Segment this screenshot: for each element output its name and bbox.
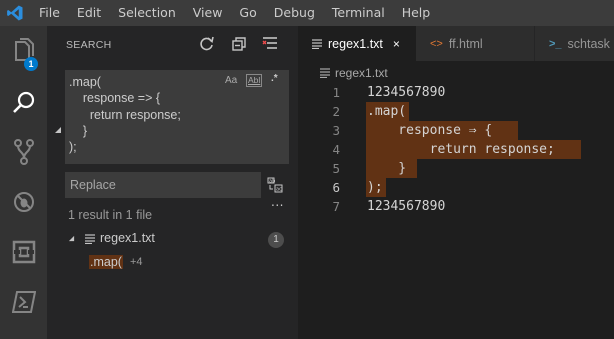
menu-bar: File Edit Selection View Go Debug Termin… — [39, 0, 447, 26]
result-file-row[interactable]: regex1.txt 1 — [47, 228, 298, 250]
line-number: 5 — [332, 161, 340, 176]
activity-terminal[interactable] — [0, 282, 47, 322]
expanded-chevron-icon[interactable] — [68, 235, 75, 242]
tab-label: ff.html — [448, 36, 483, 51]
line-text: ); — [367, 180, 383, 195]
terminal-prompt-icon: >_ — [549, 37, 562, 50]
line-text: } — [367, 161, 407, 176]
whole-word-toggle[interactable]: Abl — [246, 74, 263, 87]
activity-bar: 1 — [0, 26, 47, 339]
search-sidebar: SEARCH .map( response => { return respon… — [47, 26, 298, 339]
match-preview: .map( — [89, 255, 123, 269]
extensions-icon — [12, 240, 35, 264]
code-line: 2 .map( — [298, 102, 614, 121]
line-text: 1234567890 — [367, 199, 446, 214]
line-number: 6 — [332, 180, 340, 195]
explorer-badge: 1 — [24, 57, 38, 71]
tab-label: schtask — [567, 36, 610, 51]
search-input[interactable]: .map( response => { return response; } )… — [65, 70, 289, 164]
activity-extensions[interactable] — [0, 232, 47, 272]
line-number: 3 — [332, 123, 340, 138]
code-line: 1 1234567890 — [298, 83, 614, 102]
sidebar-title: SEARCH — [66, 39, 112, 51]
search-query-line: .map( — [69, 75, 101, 89]
activity-source-control[interactable] — [0, 132, 47, 172]
result-file-name: regex1.txt — [100, 231, 155, 245]
close-icon[interactable]: × — [393, 37, 400, 51]
code-line: 7 1234567890 — [298, 197, 614, 216]
toggle-replace-chevron-icon[interactable] — [54, 126, 62, 134]
text-file-icon — [85, 234, 95, 244]
search-query-line: response => { — [69, 91, 161, 106]
line-number: 2 — [332, 104, 340, 119]
source-control-icon — [13, 139, 34, 165]
code-editor[interactable]: 1 1234567890 2 .map( 3 response ⇒ { 4 re… — [298, 83, 614, 339]
line-text: return response; — [367, 142, 555, 157]
code-brackets-icon: <> — [430, 37, 443, 50]
clear-results-icon[interactable] — [230, 35, 248, 53]
replace-input[interactable] — [65, 172, 261, 198]
breadcrumb[interactable]: regex1.txt — [320, 63, 388, 83]
menu-selection[interactable]: Selection — [118, 0, 176, 26]
match-more-lines: +4 — [130, 256, 143, 268]
menu-file[interactable]: File — [39, 0, 60, 26]
menu-go[interactable]: Go — [239, 0, 256, 26]
menu-debug[interactable]: Debug — [274, 0, 315, 26]
result-match-row[interactable]: .map( +4 — [47, 252, 298, 272]
replace-field[interactable] — [65, 172, 261, 198]
code-line: 6 ); — [298, 178, 614, 197]
powershell-icon — [11, 291, 36, 313]
menu-terminal[interactable]: Terminal — [332, 0, 385, 26]
line-number: 7 — [332, 199, 340, 214]
code-line: 3 response ⇒ { — [298, 121, 614, 140]
line-text: response ⇒ { — [367, 123, 493, 138]
search-query-line: return response; — [69, 107, 181, 122]
code-line: 4 return response; — [298, 140, 614, 159]
menu-help[interactable]: Help — [402, 0, 431, 26]
regex-toggle[interactable]: .* — [271, 73, 278, 84]
tab-regex1[interactable]: regex1.txt × — [298, 26, 416, 61]
svg-text:ac: ac — [276, 187, 282, 193]
tab-label: regex1.txt — [328, 36, 383, 51]
menu-edit[interactable]: Edit — [77, 0, 101, 26]
line-text: .map( — [367, 104, 407, 119]
text-file-icon — [320, 68, 330, 78]
activity-explorer[interactable]: 1 — [0, 30, 47, 71]
line-text: 1234567890 — [367, 85, 446, 100]
search-query-line: } — [69, 123, 88, 138]
editor-tabs: regex1.txt × <> ff.html >_ schtask — [298, 26, 614, 61]
refresh-icon[interactable] — [198, 35, 216, 53]
result-summary: 1 result in 1 file — [68, 208, 153, 222]
svg-text:ab: ab — [269, 179, 275, 185]
breadcrumb-file: regex1.txt — [335, 66, 388, 80]
tab-ff-html[interactable]: <> ff.html — [416, 26, 534, 61]
text-file-icon — [312, 38, 322, 49]
match-case-toggle[interactable]: Aa — [225, 75, 237, 86]
title-bar: File Edit Selection View Go Debug Termin… — [0, 0, 614, 26]
search-query-text: .map( response => { return response; } )… — [69, 74, 181, 155]
replace-all-icon[interactable]: ab ac — [267, 177, 283, 193]
result-count-badge: 1 — [268, 232, 284, 248]
tab-schtask[interactable]: >_ schtask — [535, 26, 614, 61]
toggle-search-details-button[interactable]: ... — [271, 195, 284, 209]
collapse-all-icon[interactable] — [261, 35, 279, 53]
line-number: 1 — [332, 85, 340, 100]
debug-icon — [13, 192, 34, 212]
search-icon — [12, 91, 34, 113]
activity-search[interactable] — [0, 82, 47, 122]
menu-view[interactable]: View — [193, 0, 223, 26]
line-number: 4 — [332, 142, 340, 157]
code-line: 5 } — [298, 159, 614, 178]
vscode-logo-icon — [7, 5, 23, 21]
search-query-line: ); — [69, 140, 77, 155]
activity-debug[interactable] — [0, 182, 47, 222]
